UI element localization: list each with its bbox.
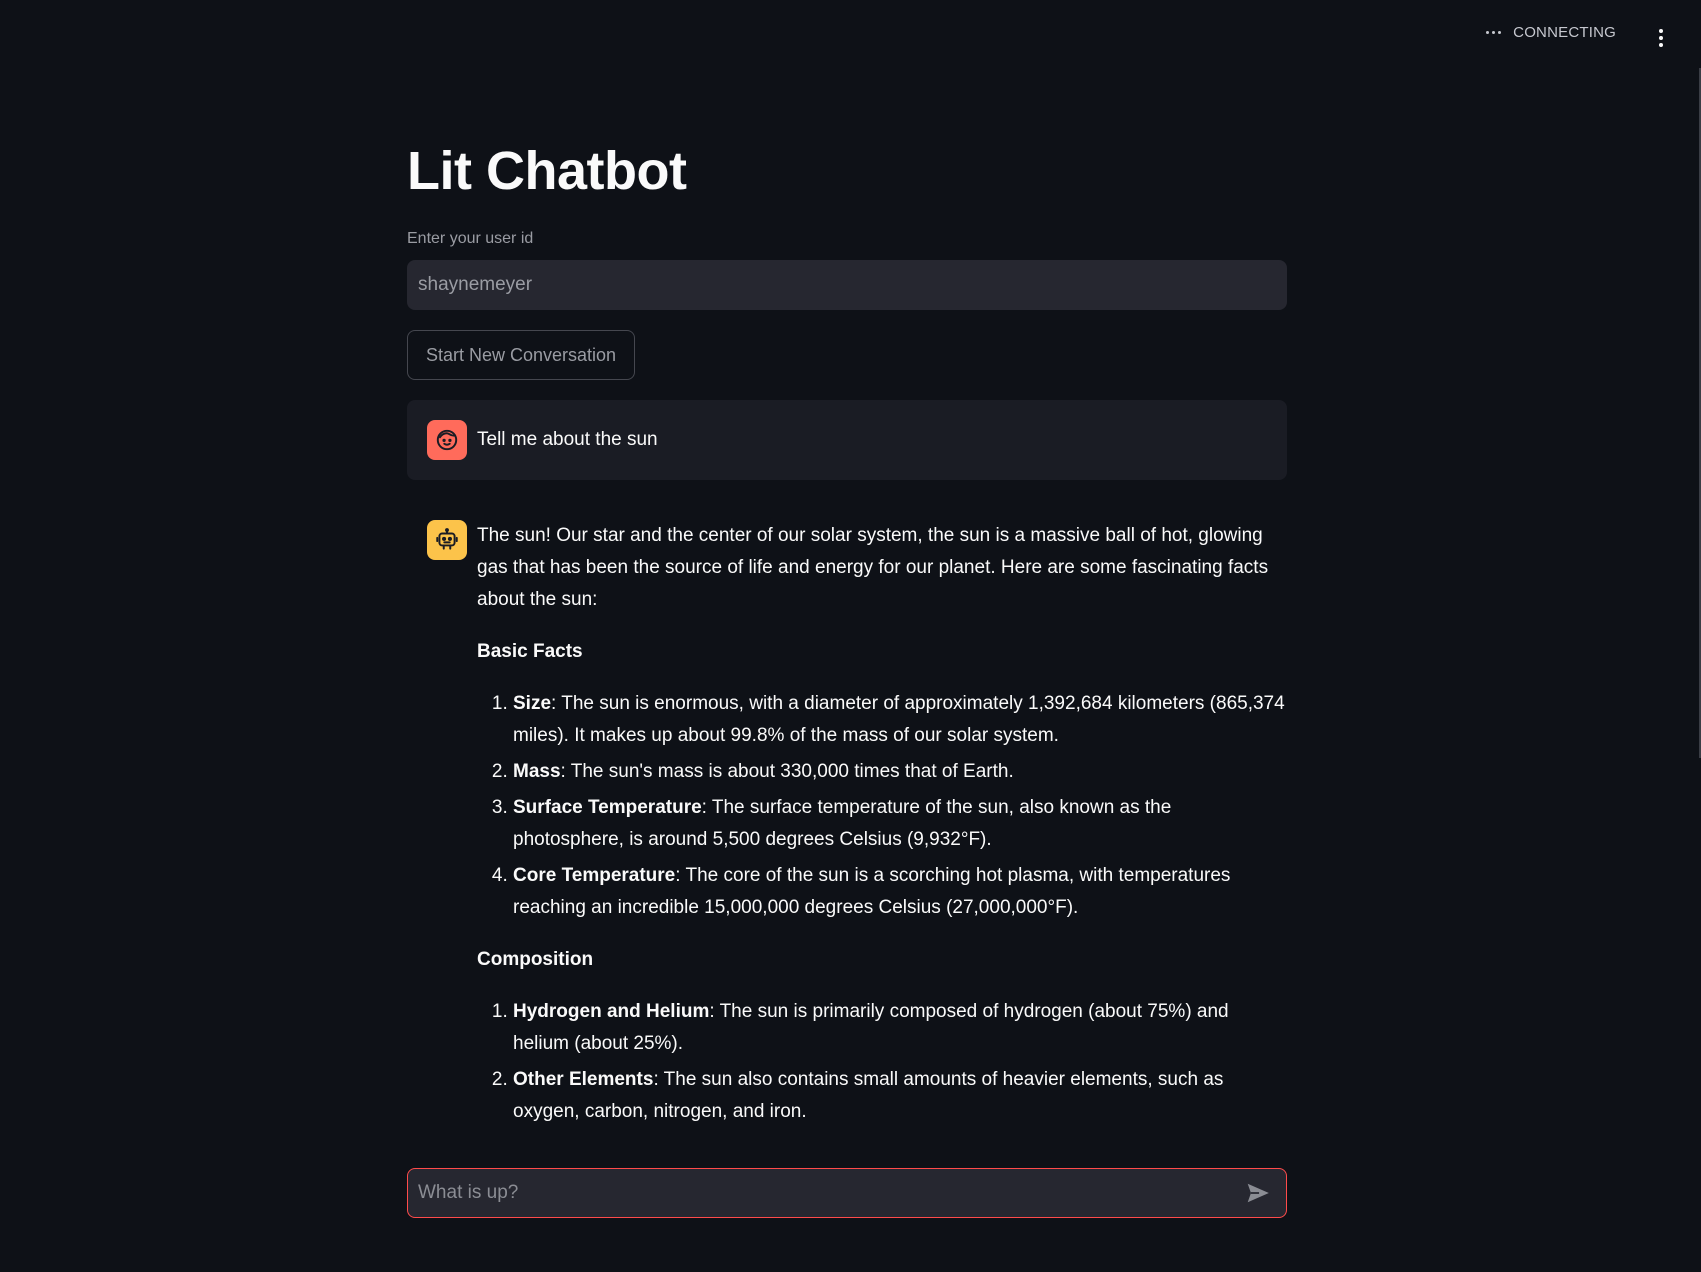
user-message: Tell me about the sun — [407, 400, 1287, 480]
list-item: Hydrogen and Helium: The sun is primaril… — [513, 996, 1287, 1060]
assistant-message-body: The sun! Our star and the center of our … — [477, 520, 1287, 1148]
section-heading: Basic Facts — [477, 641, 583, 662]
chat-input-container — [407, 1168, 1287, 1218]
send-arrow-icon[interactable] — [1236, 1171, 1280, 1215]
page-title: Lit Chatbot — [407, 141, 687, 201]
user-message-text: Tell me about the sun — [477, 429, 658, 450]
list-item: Core Temperature: The core of the sun is… — [513, 860, 1287, 924]
composition-list: Hydrogen and Helium: The sun is primaril… — [477, 996, 1287, 1128]
user-id-label: Enter your user id — [407, 230, 534, 247]
start-new-conversation-button[interactable]: Start New Conversation — [407, 330, 635, 380]
list-item: Size: The sun is enormous, with a diamet… — [513, 688, 1287, 752]
ellipsis-icon — [1486, 31, 1502, 34]
list-item: Mass: The sun's mass is about 330,000 ti… — [513, 756, 1287, 788]
connection-status-text: CONNECTING — [1513, 24, 1616, 41]
user-id-input[interactable] — [407, 260, 1287, 310]
connection-status: CONNECTING — [1486, 24, 1616, 41]
kebab-menu-icon[interactable] — [1649, 26, 1673, 50]
list-item: Surface Temperature: The surface tempera… — [513, 792, 1287, 856]
section-heading: Composition — [477, 949, 594, 970]
chat-input[interactable] — [408, 1169, 1236, 1217]
robot-icon — [427, 520, 467, 560]
basic-facts-list: Size: The sun is enormous, with a diamet… — [477, 688, 1287, 924]
assistant-message: The sun! Our star and the center of our … — [407, 520, 1287, 1148]
list-item: Other Elements: The sun also contains sm… — [513, 1064, 1287, 1128]
assistant-intro: The sun! Our star and the center of our … — [477, 525, 1269, 610]
user-face-icon — [427, 420, 467, 460]
